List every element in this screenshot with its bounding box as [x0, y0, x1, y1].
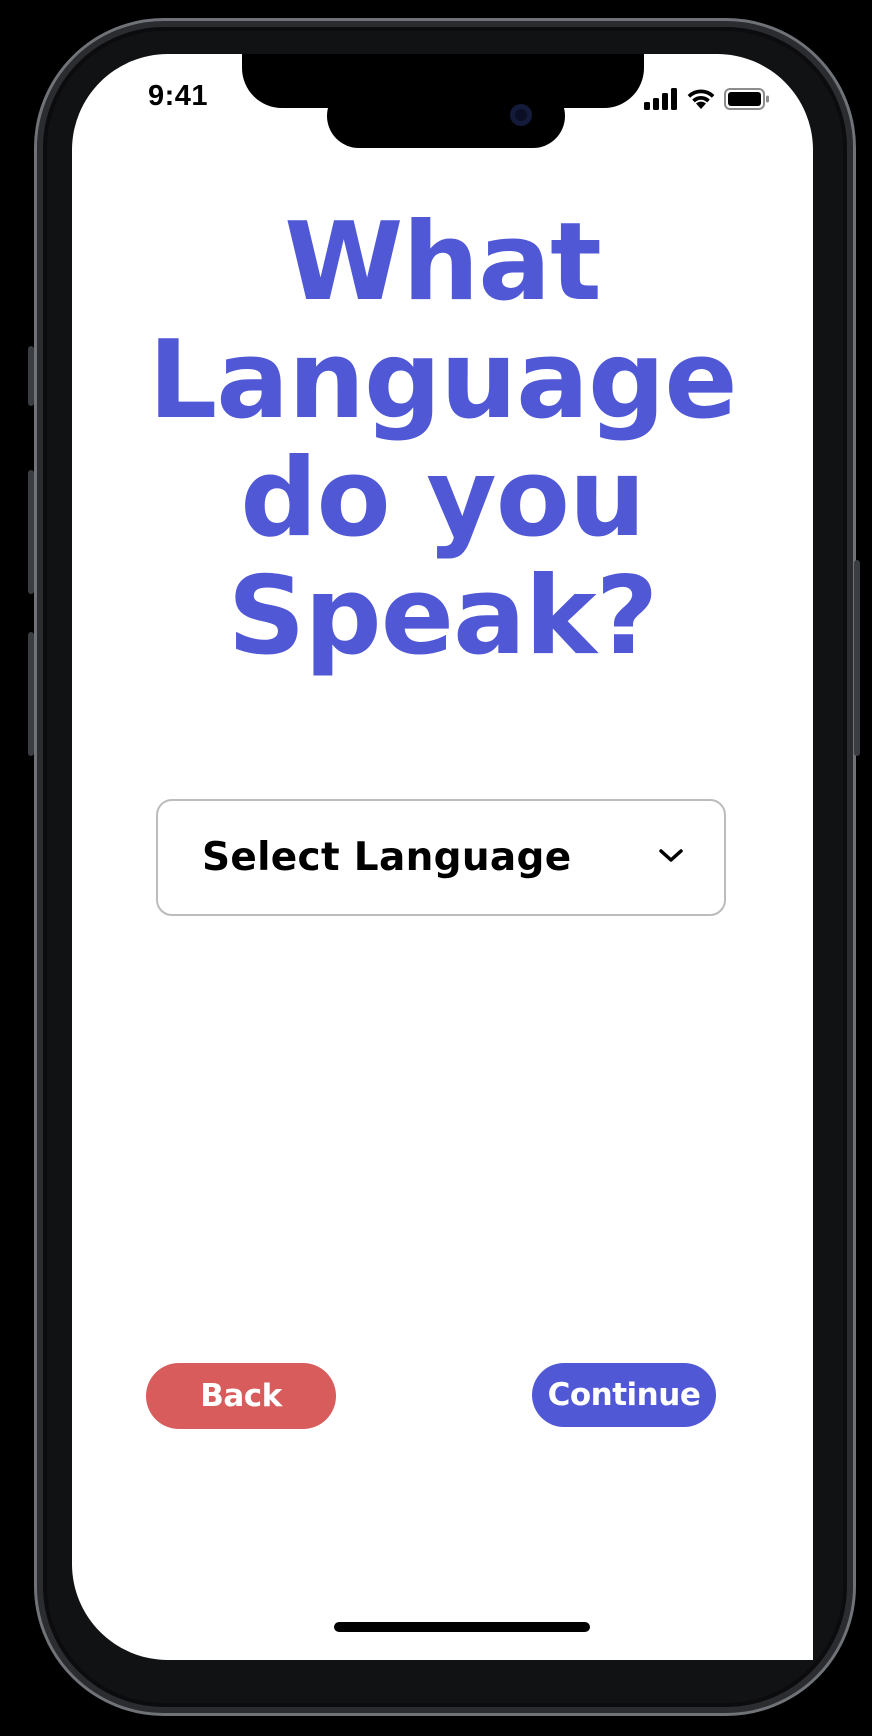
dynamic-island: [327, 84, 565, 148]
title-line: Speak?: [227, 554, 659, 679]
camera-icon: [510, 104, 532, 126]
title-line: do you: [240, 436, 646, 561]
home-indicator[interactable]: [334, 1622, 590, 1632]
silent-switch: [28, 346, 34, 406]
title-line: Language: [148, 318, 737, 443]
signal-icon: [644, 88, 677, 110]
status-time: 9:41: [148, 80, 209, 112]
continue-button[interactable]: Continue: [532, 1363, 716, 1427]
chevron-down-icon: [659, 849, 683, 862]
app-screen: 9:41 What Language do you Speak? Select …: [72, 54, 813, 1660]
volume-down-button: [28, 632, 34, 756]
volume-up-button: [28, 470, 34, 594]
title-line: What: [284, 200, 602, 325]
language-select-label: Select Language: [202, 835, 572, 880]
language-select[interactable]: Select Language: [156, 799, 726, 916]
power-button: [854, 560, 860, 756]
battery-icon: [724, 88, 769, 110]
page-title: What Language do you Speak?: [72, 204, 813, 676]
back-button[interactable]: Back: [146, 1363, 336, 1429]
wifi-icon: [687, 89, 715, 109]
status-icons: [644, 88, 770, 110]
